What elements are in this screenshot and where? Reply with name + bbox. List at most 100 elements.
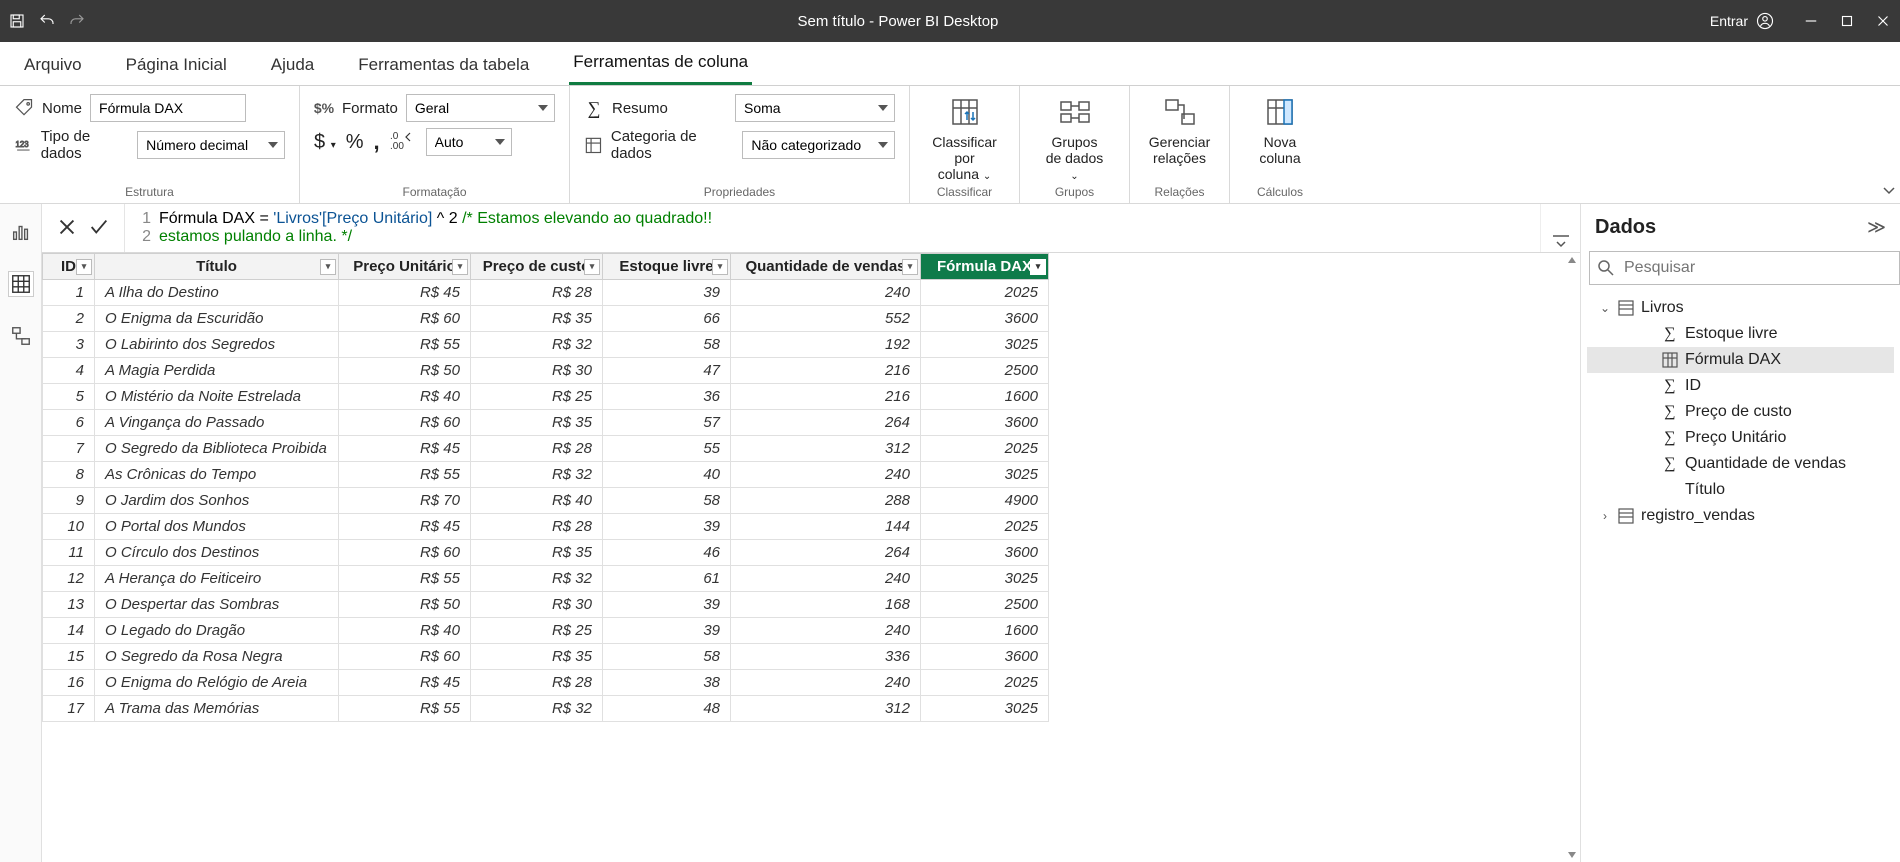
- table-cell[interactable]: 4: [43, 358, 95, 384]
- nova-coluna-button[interactable]: Nova coluna: [1244, 94, 1316, 166]
- tipodados-select[interactable]: Número decimal: [137, 131, 285, 159]
- table-cell[interactable]: 55: [603, 436, 731, 462]
- table-cell[interactable]: R$ 30: [471, 592, 603, 618]
- table-cell[interactable]: 3025: [921, 332, 1049, 358]
- vertical-scrollbar[interactable]: [1566, 257, 1578, 858]
- table-cell[interactable]: 2500: [921, 358, 1049, 384]
- classificar-button[interactable]: Classificar por coluna ⌄: [922, 94, 1007, 182]
- table-cell[interactable]: R$ 60: [339, 540, 471, 566]
- table-cell[interactable]: 3025: [921, 462, 1049, 488]
- table-cell[interactable]: R$ 28: [471, 280, 603, 306]
- table-cell[interactable]: 13: [43, 592, 95, 618]
- table-cell[interactable]: R$ 35: [471, 410, 603, 436]
- table-cell[interactable]: R$ 35: [471, 644, 603, 670]
- table-cell[interactable]: 552: [731, 306, 921, 332]
- table-cell[interactable]: R$ 40: [339, 618, 471, 644]
- table-cell[interactable]: 240: [731, 462, 921, 488]
- table-cell[interactable]: 57: [603, 410, 731, 436]
- table-cell[interactable]: 39: [603, 514, 731, 540]
- fields-field-node[interactable]: •∑Preço de custo: [1587, 399, 1894, 425]
- column-header[interactable]: Título▾: [95, 254, 339, 280]
- formato-select[interactable]: Geral: [406, 94, 555, 122]
- table-cell[interactable]: 240: [731, 670, 921, 696]
- table-cell[interactable]: R$ 35: [471, 540, 603, 566]
- table-cell[interactable]: 3600: [921, 644, 1049, 670]
- fields-field-node[interactable]: •Fórmula DAX: [1587, 347, 1894, 373]
- signin-button[interactable]: Entrar: [1710, 12, 1774, 30]
- table-cell[interactable]: 9: [43, 488, 95, 514]
- table-cell[interactable]: O Despertar das Sombras: [95, 592, 339, 618]
- table-cell[interactable]: 3600: [921, 410, 1049, 436]
- fields-field-node[interactable]: •∑Quantidade de vendas: [1587, 451, 1894, 477]
- table-cell[interactable]: 168: [731, 592, 921, 618]
- tab-ajuda[interactable]: Ajuda: [267, 45, 318, 85]
- table-cell[interactable]: O Segredo da Rosa Negra: [95, 644, 339, 670]
- data-view-icon[interactable]: [9, 272, 33, 296]
- table-cell[interactable]: O Segredo da Biblioteca Proibida: [95, 436, 339, 462]
- table-cell[interactable]: 8: [43, 462, 95, 488]
- column-filter-icon[interactable]: ▾: [584, 259, 600, 275]
- table-cell[interactable]: 2025: [921, 280, 1049, 306]
- column-header[interactable]: Preço Unitário▾: [339, 254, 471, 280]
- column-header[interactable]: Preço de custo▾: [471, 254, 603, 280]
- table-cell[interactable]: 1: [43, 280, 95, 306]
- column-filter-icon[interactable]: ▾: [452, 259, 468, 275]
- formula-expand-icon[interactable]: [1540, 204, 1580, 252]
- table-cell[interactable]: 36: [603, 384, 731, 410]
- model-view-icon[interactable]: [9, 324, 33, 348]
- table-cell[interactable]: 40: [603, 462, 731, 488]
- table-cell[interactable]: 39: [603, 280, 731, 306]
- table-cell[interactable]: R$ 70: [339, 488, 471, 514]
- table-cell[interactable]: 17: [43, 696, 95, 722]
- table-cell[interactable]: R$ 35: [471, 306, 603, 332]
- column-filter-icon[interactable]: ▾: [712, 259, 728, 275]
- decimals-button[interactable]: .0.00: [390, 129, 416, 155]
- minimize-icon[interactable]: [1802, 12, 1820, 30]
- table-row[interactable]: 17A Trama das MemóriasR$ 55R$ 3248312302…: [43, 696, 1049, 722]
- table-row[interactable]: 13O Despertar das SombrasR$ 50R$ 3039168…: [43, 592, 1049, 618]
- table-cell[interactable]: 264: [731, 410, 921, 436]
- table-cell[interactable]: 39: [603, 592, 731, 618]
- table-row[interactable]: 16O Enigma do Relógio de AreiaR$ 45R$ 28…: [43, 670, 1049, 696]
- table-cell[interactable]: 7: [43, 436, 95, 462]
- table-cell[interactable]: 48: [603, 696, 731, 722]
- table-cell[interactable]: A Ilha do Destino: [95, 280, 339, 306]
- table-cell[interactable]: 6: [43, 410, 95, 436]
- table-cell[interactable]: O Portal dos Mundos: [95, 514, 339, 540]
- table-cell[interactable]: 3600: [921, 540, 1049, 566]
- column-header[interactable]: Estoque livre▾: [603, 254, 731, 280]
- formula-commit-icon[interactable]: [88, 216, 110, 241]
- column-filter-icon[interactable]: ▾: [1030, 259, 1046, 275]
- table-cell[interactable]: R$ 32: [471, 332, 603, 358]
- table-cell[interactable]: 12: [43, 566, 95, 592]
- table-row[interactable]: 2O Enigma da EscuridãoR$ 60R$ 3566552360…: [43, 306, 1049, 332]
- table-row[interactable]: 12A Herança do FeiticeiroR$ 55R$ 3261240…: [43, 566, 1049, 592]
- table-row[interactable]: 1A Ilha do DestinoR$ 45R$ 28392402025: [43, 280, 1049, 306]
- categoria-select[interactable]: Não categorizado: [742, 131, 895, 159]
- table-cell[interactable]: 1600: [921, 618, 1049, 644]
- table-cell[interactable]: A Trama das Memórias: [95, 696, 339, 722]
- table-cell[interactable]: 4900: [921, 488, 1049, 514]
- table-cell[interactable]: 2: [43, 306, 95, 332]
- tab-ferramentas-tabela[interactable]: Ferramentas da tabela: [354, 45, 533, 85]
- thousands-button[interactable]: ,: [374, 129, 380, 155]
- table-cell[interactable]: 3025: [921, 696, 1049, 722]
- table-cell[interactable]: 312: [731, 436, 921, 462]
- table-row[interactable]: 10O Portal dos MundosR$ 45R$ 28391442025: [43, 514, 1049, 540]
- table-row[interactable]: 11O Círculo dos DestinosR$ 60R$ 35462643…: [43, 540, 1049, 566]
- table-cell[interactable]: 3025: [921, 566, 1049, 592]
- relacoes-button[interactable]: Gerenciar relações: [1139, 94, 1220, 166]
- table-cell[interactable]: O Labirinto dos Segredos: [95, 332, 339, 358]
- table-cell[interactable]: 336: [731, 644, 921, 670]
- table-cell[interactable]: 11: [43, 540, 95, 566]
- table-cell[interactable]: R$ 60: [339, 644, 471, 670]
- table-cell[interactable]: 2500: [921, 592, 1049, 618]
- table-cell[interactable]: A Magia Perdida: [95, 358, 339, 384]
- table-cell[interactable]: 2025: [921, 436, 1049, 462]
- table-cell[interactable]: R$ 55: [339, 332, 471, 358]
- table-cell[interactable]: R$ 40: [471, 488, 603, 514]
- fields-search-input[interactable]: [1589, 251, 1900, 285]
- table-cell[interactable]: 312: [731, 696, 921, 722]
- table-cell[interactable]: 38: [603, 670, 731, 696]
- table-row[interactable]: 14O Legado do DragãoR$ 40R$ 25392401600: [43, 618, 1049, 644]
